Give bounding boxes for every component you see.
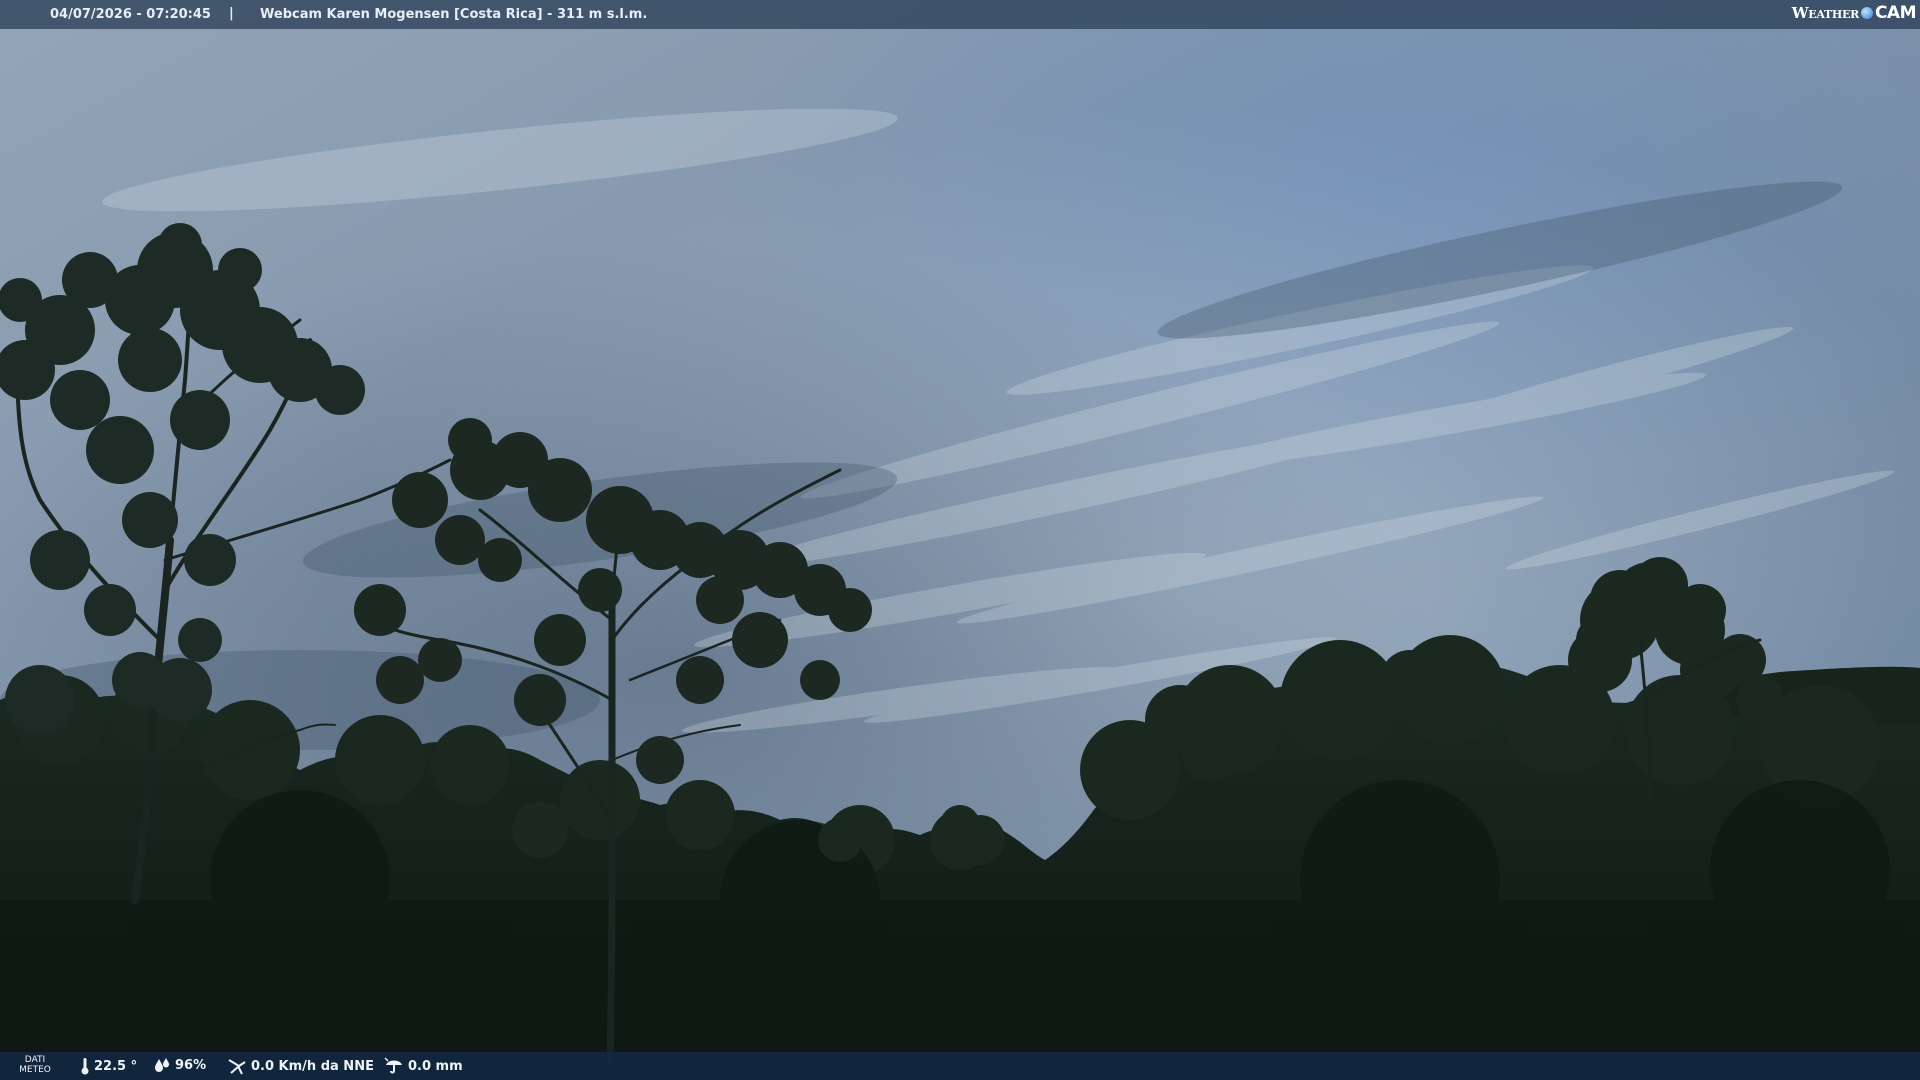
- humidity-value: 96%: [175, 1057, 207, 1073]
- label-line1: DATI: [24, 1055, 46, 1065]
- weather-data-bar: DATI METEO 22.5 ° 96% 0.0 Km/h da NNE 0.…: [0, 1052, 1920, 1080]
- wind-icon: [228, 1059, 246, 1075]
- rain-value: 0.0 mm: [408, 1058, 463, 1074]
- brand-weather-text: Weather: [1791, 4, 1859, 22]
- webcam-title: Webcam Karen Mogensen [Costa Rica] - 311…: [260, 7, 648, 22]
- webcam-image: [0, 0, 1920, 1080]
- temperature-value: 22.5 °: [94, 1058, 138, 1074]
- label-line2: METEO: [19, 1065, 51, 1075]
- brand-cam-text: CAM: [1874, 3, 1917, 23]
- wind-reading: 0.0 Km/h da NNE: [227, 1057, 374, 1075]
- weather-data-label: DATI METEO: [18, 1055, 52, 1075]
- wind-value: 0.0 Km/h da NNE: [251, 1058, 374, 1074]
- webcam-frame: 04/07/2026 - 07:20:45 | Webcam Karen Mog…: [0, 0, 1920, 1080]
- header-bar: 04/07/2026 - 07:20:45 | Webcam Karen Mog…: [0, 0, 1920, 29]
- weathercam-logo: Weather CAM: [1791, 3, 1917, 23]
- brand-dot-icon: [1860, 7, 1873, 19]
- humidity-drops-icon: [155, 1058, 169, 1072]
- humidity-reading: 96%: [153, 1057, 206, 1073]
- header-separator: |: [229, 6, 234, 21]
- rain-gauge-icon: [384, 1057, 402, 1074]
- thermometer-icon: [81, 1058, 89, 1075]
- landscape-svg: [0, 0, 1920, 1080]
- temperature-reading: 22.5 °: [80, 1057, 137, 1075]
- capture-datetime: 04/07/2026 - 07:20:45: [50, 7, 211, 22]
- rain-reading: 0.0 mm: [384, 1057, 463, 1075]
